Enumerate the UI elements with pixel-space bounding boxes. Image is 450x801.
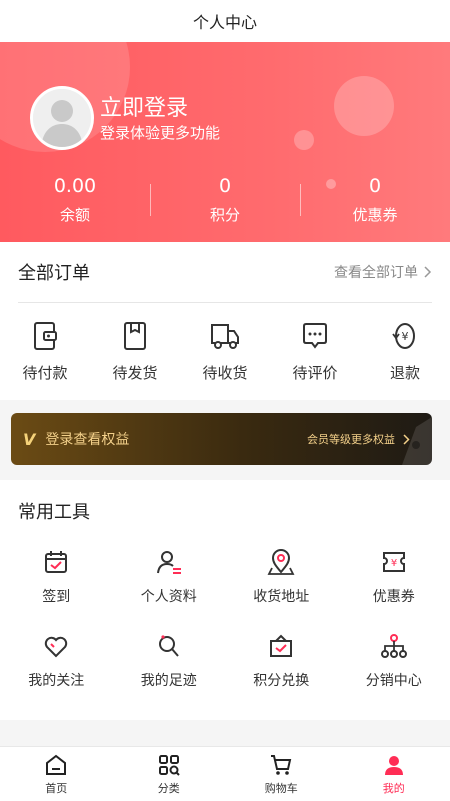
tool-label: 分销中心 xyxy=(338,670,450,690)
login-subtitle: 登录体验更多功能 xyxy=(100,122,220,143)
tool-label: 个人资料 xyxy=(113,586,226,606)
gift-icon xyxy=(267,632,295,660)
avatar[interactable] xyxy=(30,86,94,150)
stat-value: 0 xyxy=(300,172,450,200)
tool-points-exchange[interactable]: 积分兑换 xyxy=(225,632,338,690)
tool-label: 收货地址 xyxy=(225,586,338,606)
tab-label: 我的 xyxy=(338,780,450,796)
tool-favorites[interactable]: 我的关注 xyxy=(0,632,113,690)
stat-label: 积分 xyxy=(150,204,300,225)
order-status-row: 待付款 待发货 待收货 待评价 xyxy=(0,320,450,383)
tab-label: 购物车 xyxy=(225,780,338,796)
stat-value: 0.00 xyxy=(0,172,150,200)
tool-label: 我的足迹 xyxy=(113,670,226,690)
svg-text:¥: ¥ xyxy=(391,558,397,569)
tool-profile[interactable]: 个人资料 xyxy=(113,548,226,606)
order-pending-payment[interactable]: 待付款 xyxy=(5,320,85,383)
cart-icon xyxy=(269,753,293,777)
order-label: 待付款 xyxy=(5,362,85,383)
vip-text: 登录查看权益 xyxy=(45,429,129,449)
default-avatar-icon xyxy=(33,89,91,147)
order-pending-receipt[interactable]: 待收货 xyxy=(185,320,265,383)
location-icon xyxy=(267,548,295,576)
order-label: 待收货 xyxy=(185,362,265,383)
stat-label: 余额 xyxy=(0,204,150,225)
vip-banner[interactable]: V 登录查看权益 会员等级更多权益 xyxy=(11,413,432,465)
stat-balance[interactable]: 0.00 余额 xyxy=(0,172,150,225)
tab-cart[interactable]: 购物车 xyxy=(225,747,338,801)
tool-label: 签到 xyxy=(0,586,113,606)
home-icon xyxy=(44,753,68,777)
tab-category[interactable]: 分类 xyxy=(113,747,226,801)
comment-icon xyxy=(300,320,330,352)
order-refund[interactable]: ¥ 退款 xyxy=(365,320,445,383)
orders-header: 全部订单 查看全部订单 xyxy=(18,242,432,303)
order-pending-shipment[interactable]: 待发货 xyxy=(95,320,175,383)
tools-card: 常用工具 签到 个人资料 收货地址 xyxy=(0,480,450,720)
chevron-right-icon xyxy=(424,266,432,278)
tools-grid: 签到 个人资料 收货地址 ¥ 优惠券 xyxy=(0,548,450,690)
order-label: 待发货 xyxy=(95,362,175,383)
stat-coupons[interactable]: 0 优惠券 xyxy=(300,172,450,225)
tool-label: 积分兑换 xyxy=(225,670,338,690)
view-all-orders-link[interactable]: 查看全部订单 xyxy=(334,262,432,282)
package-icon xyxy=(120,320,150,352)
decor-bubble xyxy=(334,76,394,136)
order-label: 退款 xyxy=(365,362,445,383)
stat-label: 优惠券 xyxy=(300,204,450,225)
category-icon xyxy=(157,753,181,777)
calendar-check-icon xyxy=(42,548,70,576)
coupon-icon: ¥ xyxy=(380,548,408,576)
login-link[interactable]: 立即登录 xyxy=(100,90,188,122)
divider xyxy=(300,184,301,216)
bottom-tab-bar: 首页 分类 购物车 我的 xyxy=(0,746,450,801)
truck-icon xyxy=(209,320,241,352)
svg-text:¥: ¥ xyxy=(402,330,409,343)
stats-row: 0.00 余额 0 积分 0 优惠券 xyxy=(0,172,450,225)
tool-checkin[interactable]: 签到 xyxy=(0,548,113,606)
wallet-icon xyxy=(30,320,60,352)
decor-bubble xyxy=(294,130,314,150)
divider xyxy=(150,184,151,216)
tab-mine[interactable]: 我的 xyxy=(338,747,450,801)
vip-badge: V xyxy=(23,430,35,449)
order-label: 待评价 xyxy=(275,362,355,383)
stat-points[interactable]: 0 积分 xyxy=(150,172,300,225)
stat-value: 0 xyxy=(150,172,300,200)
title-bar: 个人中心 xyxy=(0,0,450,42)
tools-title: 常用工具 xyxy=(18,498,90,524)
vip-decor-icon xyxy=(372,413,432,465)
profile-header: 立即登录 登录体验更多功能 0.00 余额 0 积分 0 优惠券 xyxy=(0,42,450,242)
orders-card: 全部订单 查看全部订单 待付款 待发货 xyxy=(0,242,450,400)
tool-distribution[interactable]: 分销中心 xyxy=(338,632,450,690)
tool-label: 我的关注 xyxy=(0,670,113,690)
orders-title: 全部订单 xyxy=(18,259,90,285)
order-pending-review[interactable]: 待评价 xyxy=(275,320,355,383)
footprint-icon xyxy=(155,632,183,660)
heart-icon xyxy=(42,632,70,660)
tool-coupon[interactable]: ¥ 优惠券 xyxy=(338,548,450,606)
view-all-orders-label: 查看全部订单 xyxy=(334,262,418,282)
tool-address[interactable]: 收货地址 xyxy=(225,548,338,606)
tab-label: 首页 xyxy=(0,780,113,796)
refund-icon: ¥ xyxy=(390,320,420,352)
tab-label: 分类 xyxy=(113,780,226,796)
tool-footprint[interactable]: 我的足迹 xyxy=(113,632,226,690)
user-profile-icon xyxy=(155,548,183,576)
tab-home[interactable]: 首页 xyxy=(0,747,113,801)
user-icon xyxy=(382,753,406,777)
tool-label: 优惠券 xyxy=(338,586,450,606)
page-title: 个人中心 xyxy=(193,9,257,33)
distribution-icon xyxy=(380,632,408,660)
